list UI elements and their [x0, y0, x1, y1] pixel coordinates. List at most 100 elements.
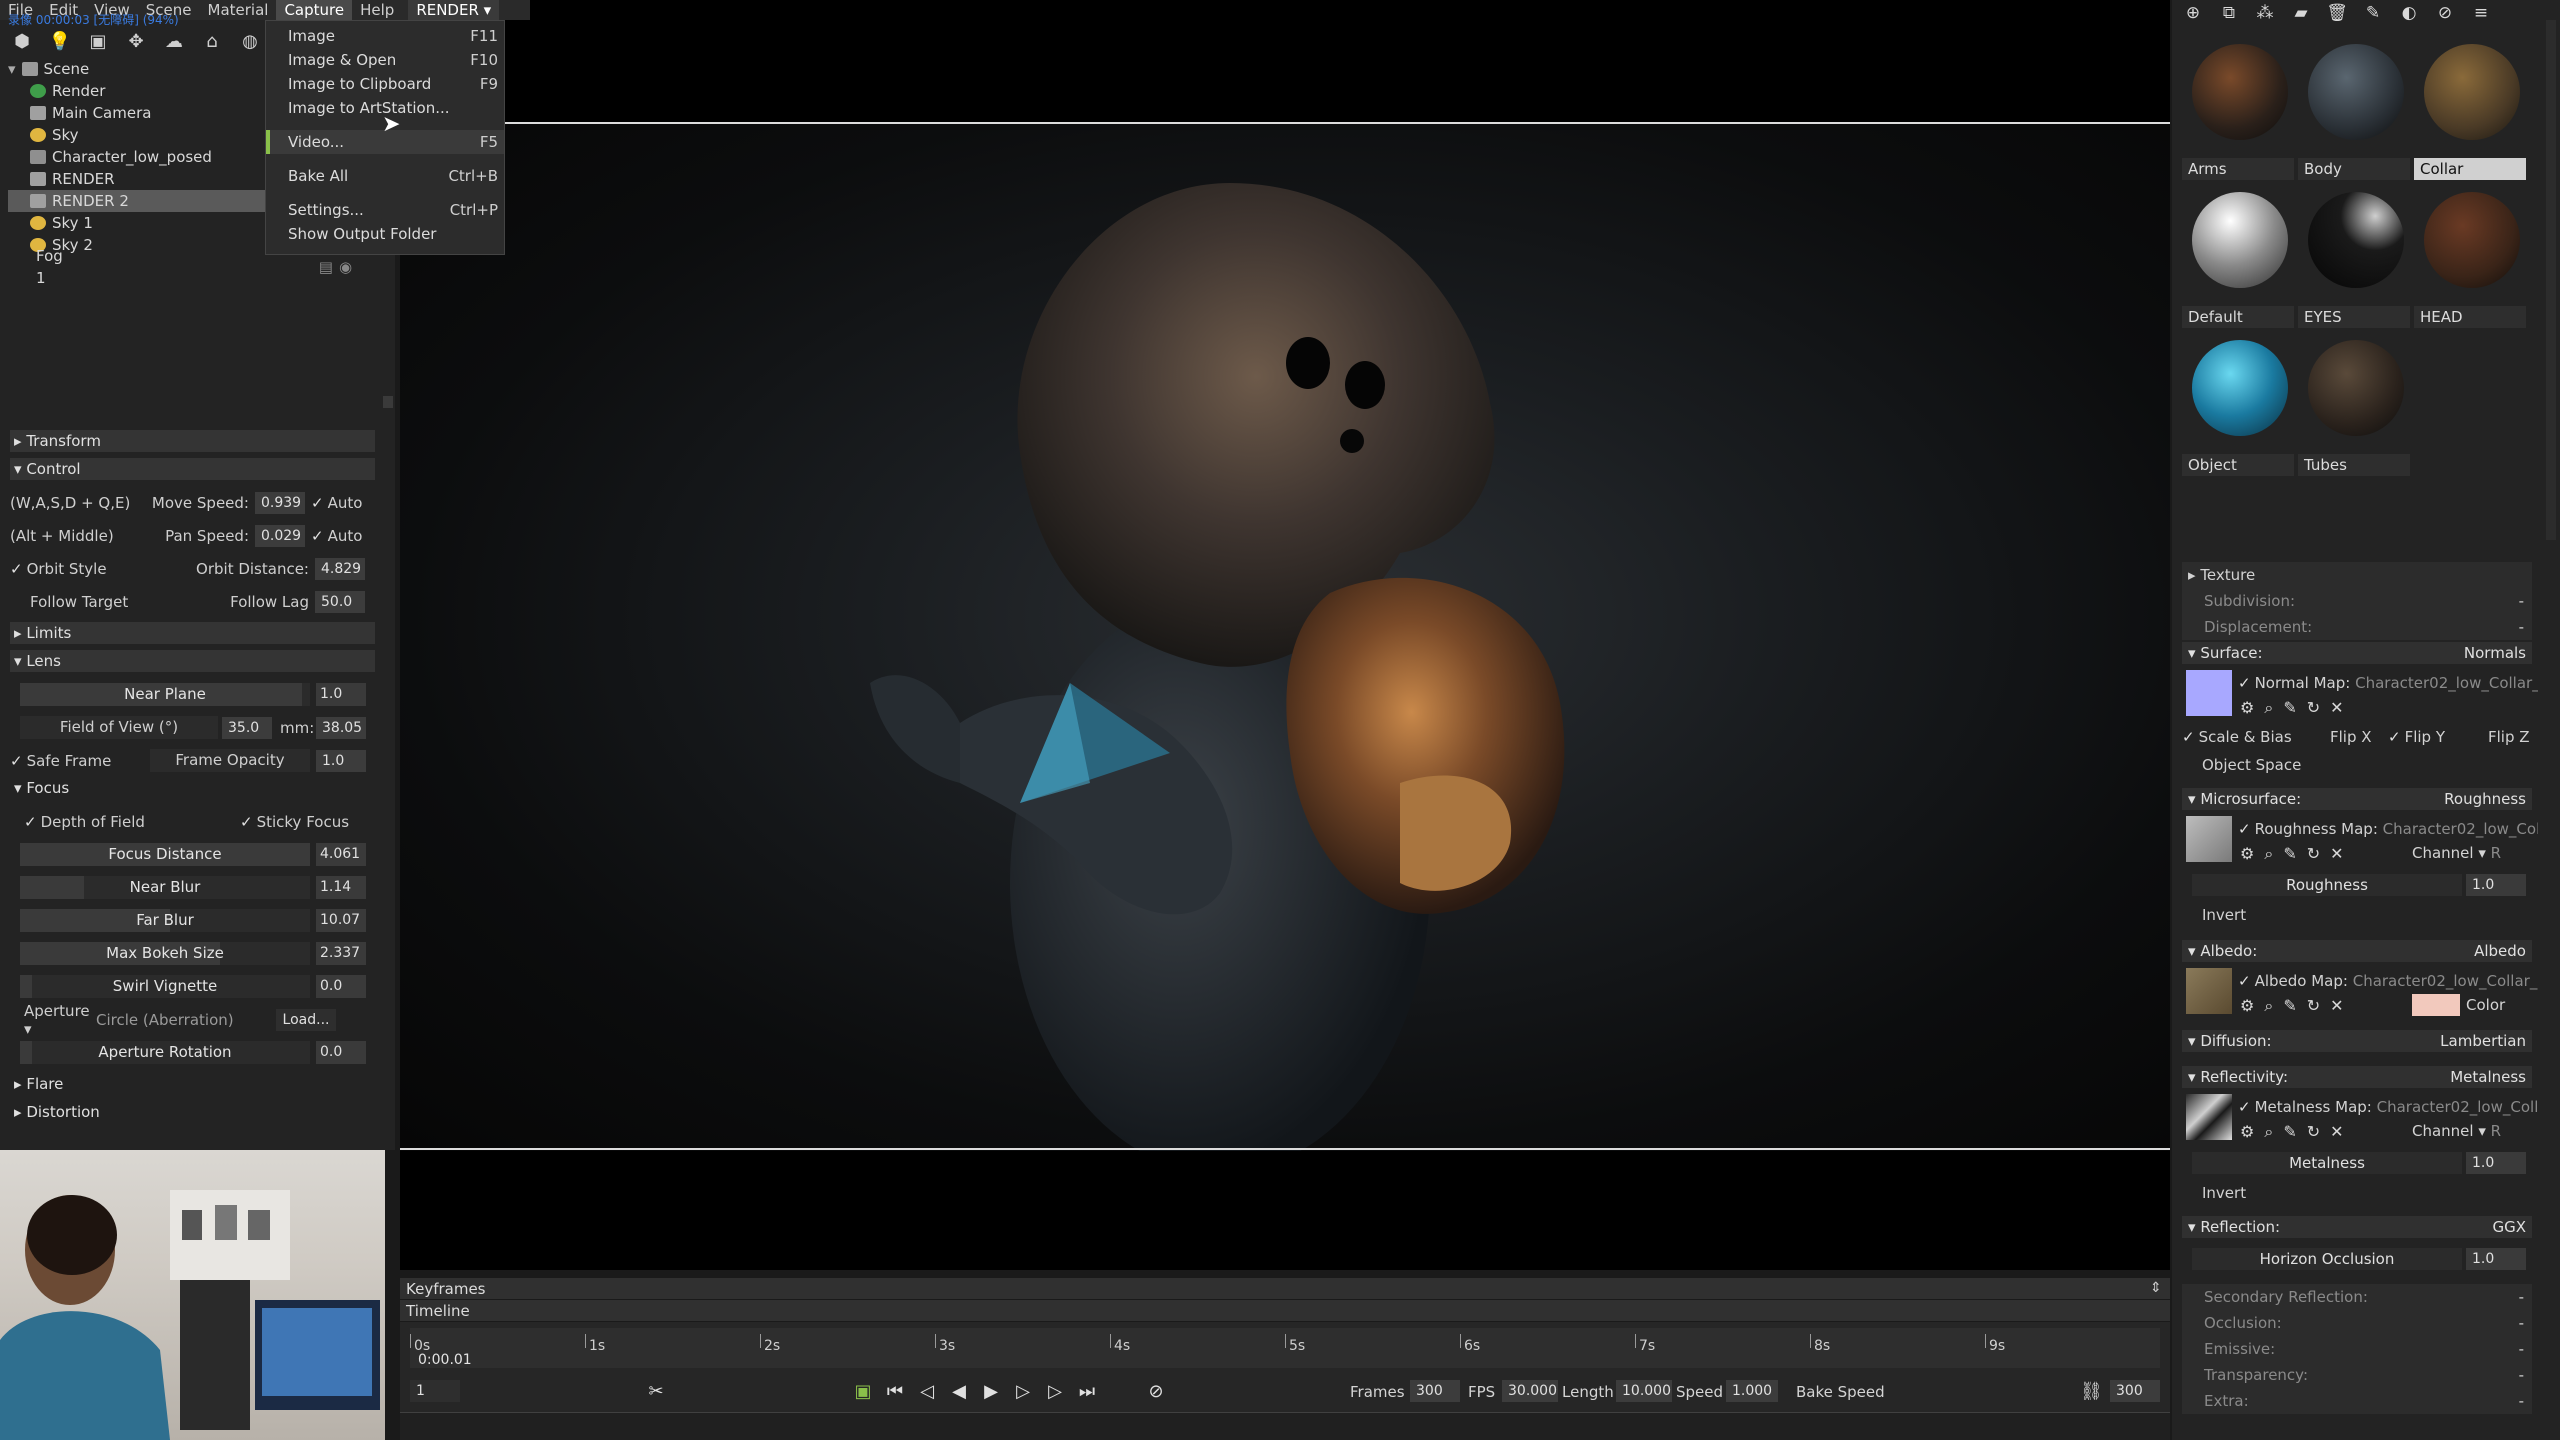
tree-item-render-cam[interactable]: RENDER: [8, 168, 268, 190]
follow-target-checkbox[interactable]: Follow Target: [10, 593, 150, 611]
skip-start-icon[interactable]: ⏮: [884, 1381, 906, 1403]
microsurface-dropdown[interactable]: Roughness: [2444, 788, 2526, 810]
sticky-focus-checkbox[interactable]: ✓ Sticky Focus: [240, 813, 349, 831]
frame-field[interactable]: 1: [410, 1380, 460, 1402]
merge-icon[interactable]: ⁂: [2254, 2, 2276, 24]
sphere-icon[interactable]: ◐: [2398, 2, 2420, 24]
pencil-icon[interactable]: ✎: [2283, 996, 2306, 1015]
pencil-icon[interactable]: ✎: [2283, 698, 2306, 717]
section-control[interactable]: ▾ Control: [10, 458, 375, 480]
material-object[interactable]: Object: [2182, 336, 2294, 484]
tree-item-main-camera[interactable]: Main Camera: [8, 102, 268, 124]
mm-field[interactable]: 38.05: [316, 716, 366, 739]
tree-item-scene[interactable]: ▾ Scene: [8, 58, 268, 80]
render-tab[interactable]: RENDER ▾: [408, 0, 500, 20]
orbit-distance-field[interactable]: 4.829: [315, 557, 365, 580]
tree-item-character[interactable]: Character_low_posed: [8, 146, 268, 168]
reflection-dropdown[interactable]: GGX: [2492, 1216, 2526, 1238]
material-collar[interactable]: Collar: [2414, 40, 2526, 188]
speed-field[interactable]: 1.000: [1726, 1380, 1778, 1402]
flip-y-checkbox[interactable]: ✓ Flip Y: [2388, 724, 2445, 750]
hat-icon[interactable]: ⌂: [200, 30, 224, 54]
displacement-row[interactable]: Displacement: -: [2182, 614, 2532, 640]
tree-item-sky-1[interactable]: Sky 1: [8, 212, 268, 234]
horizon-occlusion-field[interactable]: 1.0: [2466, 1248, 2526, 1270]
subdivision-row[interactable]: Subdivision: -: [2182, 588, 2532, 614]
reflectivity-dropdown[interactable]: Metalness: [2450, 1066, 2526, 1088]
fov-label[interactable]: Field of View (°): [20, 716, 218, 739]
section-albedo[interactable]: ▾ Albedo: Albedo: [2182, 940, 2532, 962]
auto-checkbox[interactable]: ✓ Auto: [311, 527, 362, 545]
material-head[interactable]: HEAD: [2414, 188, 2526, 336]
close-icon[interactable]: ✕: [2330, 698, 2353, 717]
albedo-map-file[interactable]: Character02_low_Collar_lo: [2353, 972, 2538, 990]
frames-field[interactable]: 300: [1410, 1380, 1460, 1402]
add-material-icon[interactable]: ⊕: [2182, 2, 2204, 24]
normal-map-thumbnail[interactable]: [2186, 670, 2232, 716]
render-view[interactable]: [400, 123, 2170, 1173]
material-default[interactable]: Default: [2182, 188, 2294, 336]
play-icon[interactable]: ▶: [980, 1381, 1002, 1403]
material-tubes[interactable]: Tubes: [2298, 336, 2410, 484]
section-limits[interactable]: ▸ Limits: [10, 622, 375, 644]
trash-icon[interactable]: 🗑: [2326, 2, 2348, 24]
surface-dropdown[interactable]: Normals: [2464, 642, 2526, 664]
menu-item-image-clipboard[interactable]: Image to Clipboard F9: [266, 72, 504, 96]
aperture-rotation-slider[interactable]: Aperture Rotation 0.0: [10, 1036, 375, 1069]
focus-distance-slider[interactable]: Focus Distance 4.061: [10, 838, 375, 871]
orbit-style-checkbox[interactable]: ✓ Orbit Style: [10, 560, 150, 578]
refresh-icon[interactable]: ↻: [2307, 698, 2330, 717]
roughness-channel[interactable]: Channel ▾ R: [2412, 844, 2501, 862]
search-icon[interactable]: ⌕: [2264, 698, 2283, 717]
gear-icon[interactable]: ⚙: [2240, 996, 2264, 1015]
timeline-track[interactable]: [400, 1412, 2170, 1440]
slider-value[interactable]: 10.07: [316, 909, 366, 932]
gear-icon[interactable]: ⚙: [2240, 844, 2264, 863]
section-flare[interactable]: ▸ Flare: [10, 1073, 375, 1095]
scissors-icon[interactable]: ✂: [645, 1381, 667, 1403]
pencil-icon[interactable]: ✎: [2283, 844, 2306, 863]
section-reflection[interactable]: ▾ Reflection: GGX: [2182, 1216, 2532, 1238]
follow-lag-field[interactable]: 50.0: [315, 590, 365, 613]
menu-item-output-folder[interactable]: Show Output Folder: [266, 222, 504, 246]
check-icon[interactable]: ✓: [2238, 674, 2251, 692]
no-icon[interactable]: ⊘: [2434, 2, 2456, 24]
tree-item-render-2[interactable]: RENDER 2: [8, 190, 268, 212]
albedo-dropdown[interactable]: Albedo: [2474, 940, 2526, 962]
material-scrollbar[interactable]: [2546, 20, 2556, 540]
timeline-header[interactable]: Timeline: [400, 1300, 2170, 1322]
end-frame-field[interactable]: 300: [2110, 1380, 2160, 1402]
albedo-color-swatch[interactable]: [2412, 994, 2460, 1016]
albedo-map-thumbnail[interactable]: [2186, 968, 2232, 1014]
frame-opacity-field[interactable]: 1.0: [316, 749, 366, 772]
section-surface[interactable]: ▾ Surface: Normals: [2182, 642, 2532, 664]
menu-icon[interactable]: ≡: [2470, 2, 2492, 24]
prev-frame-icon[interactable]: ◀: [948, 1381, 970, 1403]
section-focus[interactable]: ▾ Focus: [10, 777, 375, 799]
duplicate-icon[interactable]: ⧉: [2218, 2, 2240, 24]
roughness-map-file[interactable]: Character02_low_Collar: [2383, 820, 2538, 838]
frame-opacity-slider[interactable]: Frame Opacity: [150, 749, 310, 772]
skip-end-icon[interactable]: ⏭: [1076, 1381, 1098, 1403]
diffusion-dropdown[interactable]: Lambertian: [2440, 1030, 2526, 1052]
close-icon[interactable]: ✕: [2330, 844, 2353, 863]
next-key-icon[interactable]: ▷: [1044, 1381, 1066, 1403]
roughness-invert-checkbox[interactable]: Invert: [2182, 902, 2532, 928]
picker-icon[interactable]: ✎: [2362, 2, 2384, 24]
aperture-dropdown[interactable]: Aperture ▾: [10, 1002, 96, 1038]
next-frame-icon[interactable]: ▷: [1012, 1381, 1034, 1403]
slider-value[interactable]: 1.0: [316, 683, 366, 706]
slider-value[interactable]: 0.0: [316, 1041, 366, 1064]
menu-item-settings[interactable]: Settings... Ctrl+P: [266, 198, 504, 222]
roughness-map-thumbnail[interactable]: [2186, 816, 2232, 862]
max-bokeh-slider[interactable]: Max Bokeh Size 2.337: [10, 937, 375, 970]
check-icon[interactable]: ✓: [2238, 820, 2251, 838]
close-icon[interactable]: ✕: [2330, 1122, 2353, 1141]
collapse-icon[interactable]: ▾: [8, 58, 16, 80]
link-icon[interactable]: ⛓: [2080, 1381, 2103, 1403]
cloud-icon[interactable]: ☁: [162, 30, 186, 54]
bake-speed-checkbox[interactable]: Bake Speed: [1796, 1383, 1885, 1401]
near-plane-slider[interactable]: Near Plane 1.0: [10, 678, 375, 711]
pan-speed-field[interactable]: 0.029: [255, 524, 305, 547]
transform-icon[interactable]: ✥: [124, 30, 148, 54]
